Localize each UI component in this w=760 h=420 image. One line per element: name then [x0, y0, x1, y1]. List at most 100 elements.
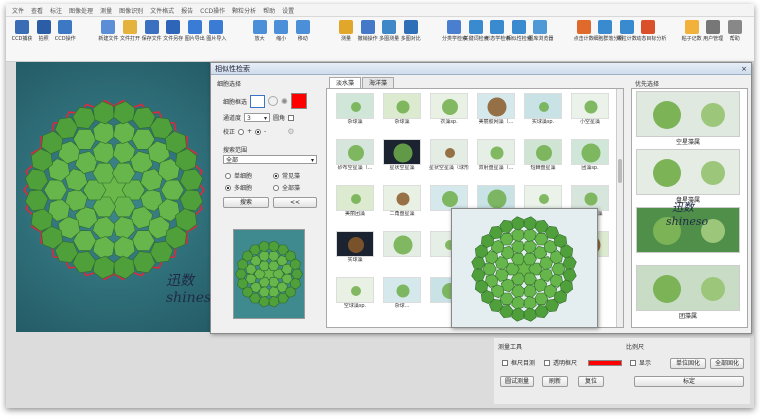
toolbar-new-file-button[interactable]: 新建文件: [96, 20, 120, 42]
scope-option[interactable]: 多细胞: [225, 183, 252, 192]
calibrate-button[interactable]: 标定: [634, 376, 744, 387]
scope-option[interactable]: 常见藻: [273, 171, 300, 180]
colony-cell: [72, 106, 96, 129]
menu-item[interactable]: 测量: [100, 6, 112, 15]
toolbar-keyword-search-button[interactable]: 关键词检索: [464, 20, 489, 42]
compare-icon: [403, 20, 418, 34]
line-color-swatch[interactable]: [588, 359, 623, 366]
result-item[interactable]: 实球藻: [335, 231, 375, 264]
toolbar-gallery-button[interactable]: 图库浏览器: [528, 20, 553, 42]
toolbar-camera-ccd-button[interactable]: CCD捕获: [10, 20, 34, 42]
toolbar-similar-search-button[interactable]: 相似性检索: [507, 20, 532, 42]
toolbar-save-button[interactable]: 保存文件: [140, 20, 164, 42]
toolbar-help-button[interactable]: 帮助: [723, 20, 747, 42]
circle-corner-checkbox[interactable]: [288, 114, 295, 121]
refresh-button[interactable]: 刷新: [542, 376, 568, 387]
result-item[interactable]: 短棘盘星藻: [523, 139, 563, 172]
scope-radio[interactable]: [225, 172, 231, 179]
toolbar-zoom-out-button[interactable]: 缩小: [269, 20, 293, 42]
priority-item[interactable]: [636, 149, 740, 195]
result-item[interactable]: 杂球...: [382, 277, 422, 310]
correct-plus-radio[interactable]: [238, 128, 245, 135]
toolbar-particle-button[interactable]: 颗粒计数: [615, 20, 639, 42]
algae-cell-mark: [584, 192, 598, 206]
toolbar-undo-button[interactable]: 撤销操作: [356, 20, 380, 42]
toolbar-user-button[interactable]: 用户管理: [701, 20, 725, 42]
menu-item[interactable]: 设置: [282, 6, 294, 15]
algae-shape: [396, 100, 410, 114]
toolbar-folder-open-button[interactable]: 文件打开: [118, 20, 142, 42]
toolbar-multi-measure-button[interactable]: 多图测量: [377, 20, 401, 42]
result-item[interactable]: 砂布空星藻（...: [335, 139, 375, 172]
result-item[interactable]: 团藻sp.: [570, 139, 610, 172]
menu-item[interactable]: 标注: [50, 6, 62, 15]
result-item[interactable]: 衣藻sp.: [429, 93, 469, 126]
transparent-checkbox[interactable]: [544, 359, 551, 366]
rect-select-icon[interactable]: [250, 94, 266, 108]
result-item[interactable]: 小空星藻: [570, 93, 610, 126]
frame-checkbox[interactable]: [502, 359, 508, 366]
priority-item[interactable]: [636, 265, 740, 311]
toolbar-image-export-button[interactable]: 图片导出: [183, 20, 207, 42]
circle-select-icon[interactable]: [268, 96, 279, 106]
unit-fix-button[interactable]: 单位固化: [670, 358, 706, 369]
result-item[interactable]: 双射盘星藻（...: [476, 139, 516, 172]
similarity-search-dialog: 相似性检索 × 细胞选择 细胞框选 ✺ 通道度 3 圆角 校正 + - ⚙ 搜索…: [210, 62, 752, 334]
toolbar-camera-button[interactable]: 拍照: [32, 20, 56, 42]
scope-option[interactable]: 单细胞: [225, 171, 252, 180]
search-button[interactable]: 搜索: [223, 197, 269, 208]
toolbar-zoom-in-button[interactable]: 放大: [248, 20, 272, 42]
toolbar-save-as-button[interactable]: 文件另存: [161, 20, 185, 42]
scope-radio[interactable]: [225, 184, 231, 191]
toolbar-count-button[interactable]: 点击计数: [572, 20, 596, 42]
color-picker[interactable]: [290, 93, 307, 109]
scroll-thumb[interactable]: [618, 159, 622, 183]
menu-item[interactable]: CCD操作: [200, 6, 225, 15]
result-item[interactable]: 杂球藻: [335, 93, 375, 126]
menu-item[interactable]: 文件格式: [150, 6, 174, 15]
close-icon[interactable]: ×: [741, 65, 747, 73]
priority-item[interactable]: [636, 91, 740, 137]
menu-item[interactable]: 帮助: [263, 6, 275, 15]
back-button[interactable]: <<: [273, 197, 317, 208]
scope-radio[interactable]: [273, 172, 279, 179]
result-item[interactable]: 星状空星藻（球形...: [429, 139, 469, 172]
result-item[interactable]: 实球藻sp.: [523, 93, 563, 126]
settings-gear-icon[interactable]: ⚙: [287, 127, 294, 136]
result-item[interactable]: 美丽团藻: [335, 185, 375, 218]
menu-item[interactable]: 查看: [31, 6, 43, 15]
magic-select-icon[interactable]: ✺: [281, 97, 288, 106]
show-scale-checkbox[interactable]: [630, 359, 636, 366]
result-item[interactable]: 星状空星藻: [382, 139, 422, 172]
toolbar-ruler-button[interactable]: 测量: [334, 20, 358, 42]
scope-select[interactable]: 全部: [223, 155, 317, 165]
menu-item[interactable]: 图像识别: [119, 6, 143, 15]
menu-item[interactable]: 报告: [181, 6, 193, 15]
toolbar-compare-button[interactable]: 多图对比: [399, 20, 423, 42]
main-image-view[interactable]: 迅数 shineso: [16, 62, 212, 332]
toolbar-sticky-button[interactable]: 粘子记数: [680, 20, 704, 42]
toolbar-monitor-button[interactable]: CCD操作: [53, 20, 77, 42]
correct-minus-radio[interactable]: [255, 128, 262, 135]
toolbar-shape-search-button[interactable]: 形态学检索: [485, 20, 510, 42]
result-item[interactable]: 杂球藻: [382, 93, 422, 126]
result-item[interactable]: 美丽胶网藻（...: [476, 93, 516, 126]
result-item[interactable]: 空球藻sp.: [335, 277, 375, 310]
toolbar-move-button[interactable]: 移动: [291, 20, 315, 42]
all-fix-button[interactable]: 全部固化: [710, 358, 744, 369]
menu-item[interactable]: 文件: [12, 6, 24, 15]
measure-button[interactable]: 圆试测量: [500, 376, 534, 387]
result-item[interactable]: 二角盘星藻: [382, 185, 422, 218]
scope-option[interactable]: 全部藻: [273, 183, 300, 192]
toolbar-image-import-button[interactable]: 图片导入: [204, 20, 228, 42]
toolbar-target-button[interactable]: 动态目标分析: [636, 20, 666, 42]
reset-button[interactable]: 复位: [578, 376, 604, 387]
menu-item[interactable]: 图像处理: [69, 6, 93, 15]
scope-radio[interactable]: [273, 184, 279, 191]
toolbar-grid-search-button[interactable]: 分类学检索: [442, 20, 467, 42]
result-item[interactable]: [382, 231, 422, 257]
result-scrollbar[interactable]: [616, 89, 623, 327]
menu-item[interactable]: 颗粒分析: [232, 6, 256, 15]
pass-select[interactable]: 3: [244, 113, 271, 123]
toolbar-cell-analysis-button[interactable]: 细胞群落分析: [593, 20, 623, 42]
